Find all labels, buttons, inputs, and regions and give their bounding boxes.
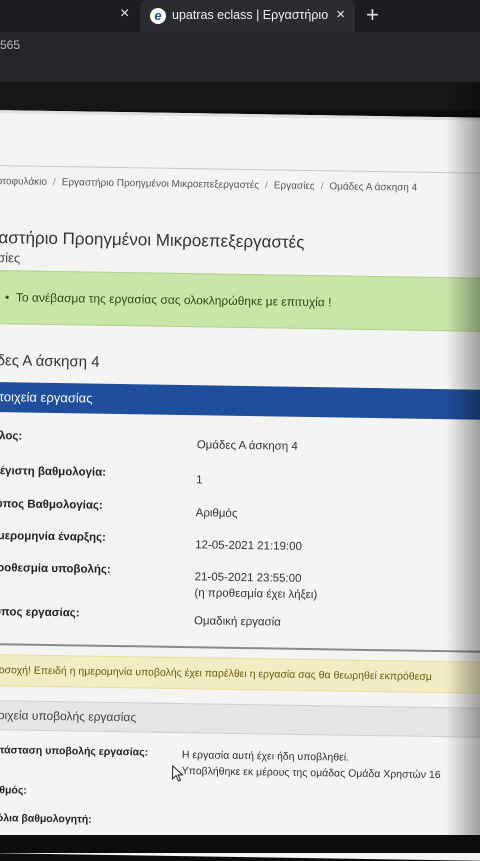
assignment-title: άδες Α άσκηση 4 [0, 351, 100, 371]
assignment-details-header: Στοιχεία εργασίας [0, 381, 480, 420]
section-subtitle: ασίες [0, 249, 21, 266]
submission-label: Κατάσταση υποβολής εργασίας: [0, 743, 149, 759]
detail-value: 1 [196, 474, 203, 487]
submission-status-value: Η εργασία αυτή έχει ήδη υποβληθεί. [181, 749, 350, 764]
detail-value: Ομαδική εργασία [193, 615, 281, 629]
previous-tab-close-icon[interactable]: × [120, 5, 129, 23]
detail-label: ίτλος: [0, 430, 23, 443]
alert-message: Το ανέβασμα της εργασίας σας ολοκληρώθηκ… [15, 290, 332, 310]
active-tab[interactable]: e upatras eclass | Εργαστήριο Προη × [140, 0, 355, 32]
detail-row-grading-type: Τύπος Βαθμολογίας: Αριθμός [0, 498, 480, 536]
alert-bullet: • [4, 290, 10, 305]
tab-close-icon[interactable]: × [336, 6, 345, 23]
course-title: γαστήριο Προηγμένοι Μικροεπεξεργαστές [0, 227, 305, 252]
submission-label: Σχόλια βαθμολογητή: [0, 811, 92, 826]
eclass-favicon-icon: e [150, 8, 166, 24]
detail-value: 21-05-2021 23:55:00 (η προθεσμία έχει λή… [194, 569, 317, 603]
breadcrumb-separator: / [264, 180, 268, 192]
detail-row-assignment-type: Τύπος εργασίας: Ομαδική εργασία [0, 606, 480, 644]
breadcrumb-item-assignments[interactable]: Εργασίες [274, 180, 315, 192]
submission-details-title: Στοιχεία υποβολής εργασίας [0, 707, 137, 725]
breadcrumb-separator: / [52, 176, 56, 189]
assignment-details-title: Στοιχεία εργασίας [0, 389, 93, 406]
mouse-cursor-icon [171, 764, 184, 782]
detail-label: Τύπος εργασίας: [0, 606, 80, 620]
detail-label: Προθεσμία υποβολής: [0, 562, 111, 576]
submission-status-note: Υποβλήθηκε εκ μέρους της ομάδας Ομάδα Χρ… [181, 765, 441, 782]
detail-row-title: ίτλος: Ομάδες Α άσκηση 4 [0, 430, 480, 468]
breadcrumb-item-course[interactable]: Εργαστήριο Προηγμένοι Μικροεπεξεργαστές [62, 177, 259, 191]
browser-tab-bar: × e upatras eclass | Εργαστήριο Προη × + [0, 0, 480, 32]
panel-bottom-border [0, 642, 480, 653]
deadline-value: 21-05-2021 23:55:00 [194, 571, 302, 585]
detail-row-max-grade: Μέγιστη βαθμολογία: 1 [0, 465, 480, 503]
breadcrumb-item-portfolio[interactable]: αρτοφυλάκιο [0, 176, 47, 188]
submission-value: Η εργασία αυτή έχει ήδη υποβληθεί. Υποβλ… [182, 747, 441, 783]
submission-details-header: Στοιχεία υποβολής εργασίας [0, 699, 480, 738]
success-alert: • Το ανέβασμα της εργασίας σας ολοκληρώθ… [0, 269, 480, 332]
submission-row-status: Κατάσταση υποβολής εργασίας: Η εργασία α… [0, 744, 480, 788]
submission-label: Βαθμός: [0, 783, 27, 797]
tab-title: upatras eclass | Εργαστήριο Προη [172, 8, 332, 22]
breadcrumb-item-current: Ομάδες Α άσκηση 4 [329, 181, 418, 194]
detail-label: Μέγιστη βαθμολογία: [0, 465, 107, 479]
deadline-note: (η προθεσμία έχει λήξει) [194, 587, 318, 602]
page-content: αρτοφυλάκιο / Εργαστήριο Προηγμένοι Μικροε… [0, 110, 480, 861]
browser-toolbar-strip [0, 82, 480, 110]
detail-value: Ομάδες Α άσκηση 4 [196, 439, 298, 453]
detail-row-deadline: Προθεσμία υποβολής: 21-05-2021 23:55:00 … [0, 562, 480, 610]
header-top-line [0, 110, 480, 121]
screen-bottom-bezel [0, 835, 480, 853]
success-alert-text: • Το ανέβασμα της εργασίας σας ολοκληρώθ… [5, 290, 332, 309]
detail-row-start-date: Ημερομηνία έναρξης: 12-05-2021 21:19:00 [0, 530, 480, 568]
late-warning-text: Προσοχή! Επειδή η ημερομηνία υποβολής έχ… [0, 663, 432, 683]
address-text: 565 [0, 38, 21, 52]
header-divider [0, 164, 480, 174]
late-warning: Προσοχή! Επειδή η ημερομηνία υποβολής έχ… [0, 653, 480, 694]
detail-value: Αριθμός [195, 507, 238, 520]
breadcrumb-separator: / [320, 181, 324, 193]
address-bar[interactable]: 565 [0, 32, 480, 82]
detail-label: Τύπος Βαθμολογίας: [0, 498, 103, 512]
breadcrumb: αρτοφυλάκιο / Εργαστήριο Προηγμένοι Μικροε… [0, 176, 480, 195]
detail-label: Ημερομηνία έναρξης: [0, 530, 106, 544]
new-tab-icon[interactable]: + [366, 2, 379, 28]
detail-value: 12-05-2021 21:19:00 [195, 539, 303, 553]
